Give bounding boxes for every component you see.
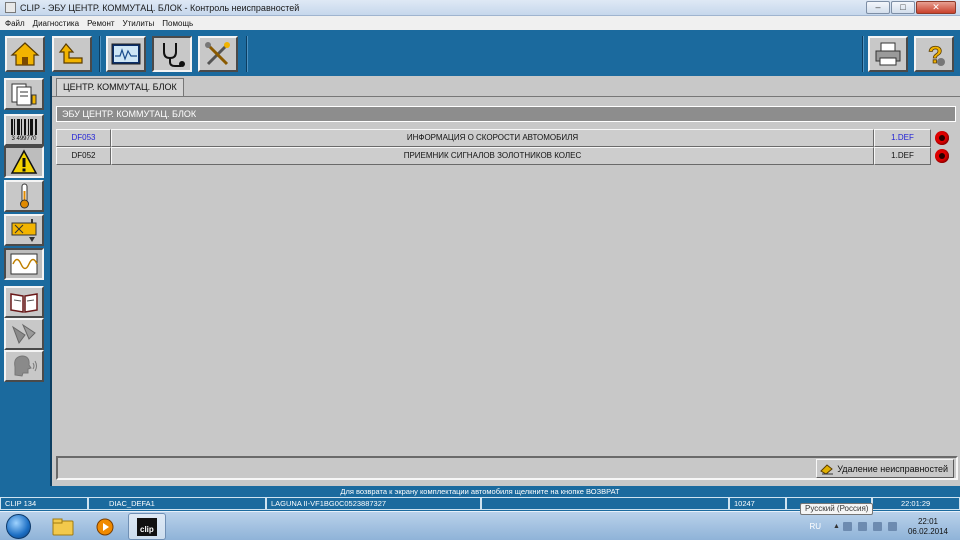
volume-icon[interactable] xyxy=(887,522,897,531)
menu-bar: Файл Диагностика Ремонт Утилиты Помощь xyxy=(0,16,960,30)
action-strip: Удаление неисправностей xyxy=(56,456,958,480)
taskbar: clip RU ▲ 22:01 06.02.2014 xyxy=(0,511,960,540)
clock-time: 22:01 xyxy=(917,516,938,526)
print-button[interactable] xyxy=(868,36,908,72)
diagnostic-button[interactable] xyxy=(152,36,192,72)
manual-button[interactable] xyxy=(4,286,44,318)
status-diag: DIAC_DEFA1 xyxy=(88,497,266,510)
menu-diagnostics[interactable]: Диагностика xyxy=(33,19,79,28)
status-code: 10247 xyxy=(729,497,786,510)
signal-graph-icon xyxy=(10,253,38,275)
window-controls: – □ ✕ xyxy=(866,1,956,14)
main-panel: ЦЕНТР. КОММУТАЦ. БЛОК ЭБУ ЦЕНТР. КОММУТА… xyxy=(50,76,960,486)
tab-central-unit[interactable]: ЦЕНТР. КОММУТАЦ. БЛОК xyxy=(56,78,184,96)
voice-button[interactable] xyxy=(4,350,44,382)
fault-description[interactable]: ИНФОРМАЦИЯ О СКОРОСТИ АВТОМОБИЛЯ xyxy=(111,129,874,147)
red-dot-icon xyxy=(935,149,949,163)
eraser-icon xyxy=(820,463,834,475)
explorer-icon xyxy=(52,518,74,535)
documents-icon xyxy=(11,83,37,106)
back-icon xyxy=(58,43,83,64)
configuration-button[interactable] xyxy=(4,318,44,350)
configuration-icon xyxy=(11,323,36,345)
help-icon: ? xyxy=(928,42,945,68)
tray-expand-icon[interactable]: ▲ xyxy=(833,523,840,530)
actuator-icon xyxy=(11,219,37,242)
taskbar-clip[interactable]: clip xyxy=(128,513,166,540)
oscilloscope-button[interactable] xyxy=(106,36,146,72)
clear-faults-label: Удаление неисправностей xyxy=(837,463,948,474)
clear-faults-button[interactable]: Удаление неисправностей xyxy=(816,459,954,478)
power-icon[interactable] xyxy=(872,522,882,531)
status-time: 22:01:29 xyxy=(872,497,960,510)
svg-text:clip: clip xyxy=(140,525,154,534)
title-bar: CLIP - ЭБУ ЦЕНТР. КОММУТАЦ. БЛОК - Контр… xyxy=(0,0,960,16)
taskbar-media-player[interactable] xyxy=(86,513,124,540)
documents-button[interactable] xyxy=(4,78,44,110)
language-tooltip: Русский (Россия) xyxy=(800,503,874,515)
menu-file[interactable]: Файл xyxy=(5,19,25,28)
clip-app-icon: clip xyxy=(137,517,157,536)
hint-text: Для возврата к экрану комплектации автом… xyxy=(0,486,960,497)
close-button[interactable]: ✕ xyxy=(916,1,956,14)
flag-icon[interactable] xyxy=(842,522,852,531)
stethoscope-icon xyxy=(163,43,185,67)
menu-utilities[interactable]: Утилиты xyxy=(123,19,155,28)
media-player-icon xyxy=(96,518,114,535)
home-icon xyxy=(10,42,40,66)
parameters-button[interactable] xyxy=(4,180,44,212)
window-title: CLIP - ЭБУ ЦЕНТР. КОММУТАЦ. БЛОК - Контр… xyxy=(20,2,300,13)
taskbar-explorer[interactable] xyxy=(44,513,82,540)
language-indicator[interactable]: RU xyxy=(809,522,821,531)
fault-description[interactable]: ПРИЕМНИК СИГНАЛОВ ЗОЛОТНИКОВ КОЛЕС xyxy=(111,147,874,165)
oscilloscope-icon xyxy=(111,43,141,65)
menu-repair[interactable]: Ремонт xyxy=(87,19,114,28)
tools-icon xyxy=(205,42,230,66)
fault-status[interactable]: 1.DEF xyxy=(874,147,931,165)
printer-icon xyxy=(875,42,901,66)
network-icon[interactable] xyxy=(857,522,867,531)
fault-indicator[interactable] xyxy=(931,147,953,165)
fault-indicator[interactable] xyxy=(931,129,953,147)
faults-button[interactable] xyxy=(4,146,44,178)
back-button[interactable] xyxy=(52,36,92,72)
actuators-button[interactable] xyxy=(4,214,44,246)
minimize-button[interactable]: – xyxy=(866,1,890,14)
status-vehicle: LAGUNA II-VF1BG0C0523887327 xyxy=(266,497,481,510)
status-device: CLIP 134 xyxy=(0,497,88,510)
home-button[interactable] xyxy=(5,36,45,72)
manual-book-icon xyxy=(10,293,38,313)
start-button[interactable] xyxy=(6,514,31,539)
sidebar: 3 499770 xyxy=(0,76,50,486)
status-empty xyxy=(481,497,729,510)
tab-divider xyxy=(52,96,960,97)
graphs-button[interactable] xyxy=(4,248,44,280)
app-icon xyxy=(5,2,16,13)
fault-status[interactable]: 1.DEF xyxy=(874,129,931,147)
fault-row[interactable]: DF053 ИНФОРМАЦИЯ О СКОРОСТИ АВТОМОБИЛЯ 1… xyxy=(56,129,953,147)
fault-code[interactable]: DF053 xyxy=(56,129,111,147)
toolbar: ? xyxy=(0,30,960,76)
tools-button[interactable] xyxy=(198,36,238,72)
barcode-icon: 3 499770 xyxy=(9,118,39,142)
system-tray: RU ▲ 22:01 06.02.2014 xyxy=(809,512,960,540)
menu-help[interactable]: Помощь xyxy=(162,19,193,28)
clock[interactable]: 22:01 06.02.2014 xyxy=(908,517,948,537)
maximize-button[interactable]: □ xyxy=(891,1,915,14)
fault-code[interactable]: DF052 xyxy=(56,147,111,165)
identification-button[interactable]: 3 499770 xyxy=(4,114,44,146)
voice-icon xyxy=(14,355,37,377)
clock-date: 06.02.2014 xyxy=(907,526,948,536)
ecu-header: ЭБУ ЦЕНТР. КОММУТАЦ. БЛОК xyxy=(56,106,956,122)
fault-row[interactable]: DF052 ПРИЕМНИК СИГНАЛОВ ЗОЛОТНИКОВ КОЛЕС… xyxy=(56,147,953,165)
red-dot-icon xyxy=(935,131,949,145)
warning-icon xyxy=(10,149,38,174)
thermometer-icon xyxy=(20,183,29,209)
help-button[interactable]: ? xyxy=(914,36,954,72)
barcode-number: 3 499770 xyxy=(11,136,37,142)
